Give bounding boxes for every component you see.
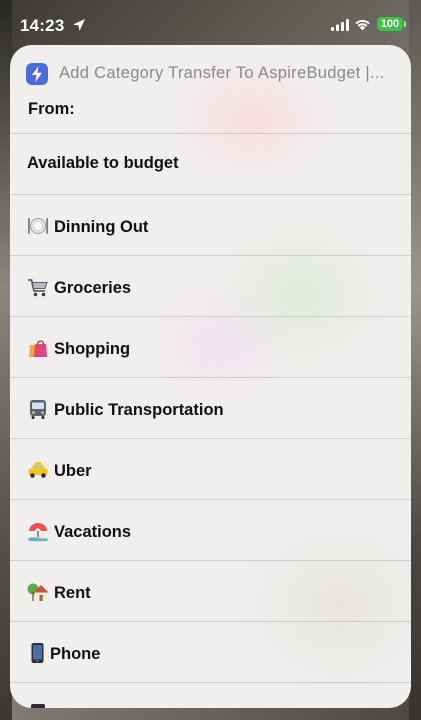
bus-icon <box>30 400 46 419</box>
list-item-label: Phone <box>50 645 101 663</box>
prompt-label: From: <box>28 100 75 118</box>
list-item-label: Uber <box>54 462 92 480</box>
list-item-label: Vacations <box>54 523 132 541</box>
location-arrow-icon <box>73 19 85 31</box>
list-item-label: Dinning Out <box>54 218 149 236</box>
cellular-signal-icon <box>331 19 349 31</box>
wifi-icon <box>355 19 370 31</box>
list-item-label: Available to budget <box>27 154 179 172</box>
list-item[interactable]: Shopping <box>10 316 411 377</box>
battery-tip <box>404 21 406 27</box>
shopping-bags-icon <box>29 340 47 357</box>
shortcuts-bolt-icon <box>26 63 48 85</box>
list-item[interactable]: Rent <box>10 560 411 621</box>
shopping-cart-icon <box>28 279 48 297</box>
battery-level: 100 <box>380 18 400 30</box>
list-item-label: Rent <box>54 584 91 602</box>
prompt-header: Add Category Transfer To AspireBudget |.… <box>10 45 411 133</box>
beach-umbrella-icon <box>28 523 48 542</box>
list-item[interactable]: Public Transportation <box>10 377 411 438</box>
status-time: 14:23 <box>20 16 65 35</box>
shortcut-prompt-sheet: Add Category Transfer To AspireBudget |.… <box>10 45 411 708</box>
option-list: Available to budget Dinning Out Grocerie… <box>10 133 411 708</box>
list-item-partial[interactable] <box>10 682 411 708</box>
house-icon <box>27 583 49 601</box>
fork-plate-icon <box>28 218 48 234</box>
list-item[interactable]: Phone <box>10 621 411 682</box>
mobile-phone-icon <box>31 643 44 663</box>
status-bar: 14:23 100 <box>0 0 421 44</box>
list-item-label: Public Transportation <box>54 401 224 419</box>
list-item-label: Shopping <box>54 340 131 358</box>
list-item[interactable]: Dinning Out <box>10 194 411 255</box>
list-item[interactable]: Groceries <box>10 255 411 316</box>
list-item[interactable]: Vacations <box>10 499 411 560</box>
list-item[interactable]: Available to budget <box>10 133 411 194</box>
taxi-icon <box>28 462 48 478</box>
list-item-label: Groceries <box>54 279 132 297</box>
shortcut-title: Add Category Transfer To AspireBudget |.… <box>59 64 385 82</box>
battery-indicator: 100 <box>377 17 403 31</box>
partial-item-icon <box>31 704 45 708</box>
list-item[interactable]: Uber <box>10 438 411 499</box>
